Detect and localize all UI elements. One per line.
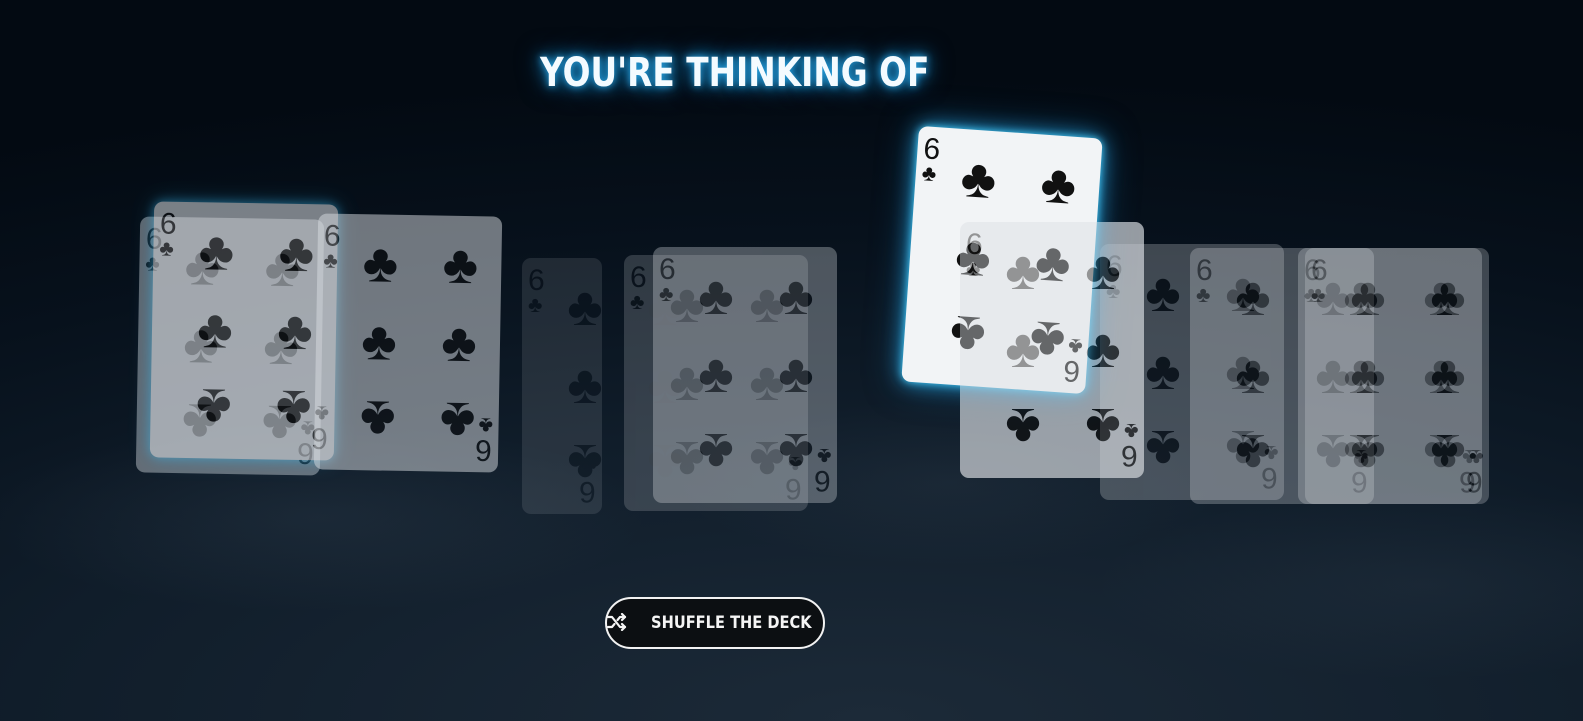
club-pip-icon: ♣ [1350, 267, 1386, 327]
club-pip-icon: ♣ [359, 389, 396, 450]
shuffle-button[interactable]: SHUFFLE THE DECK [605, 597, 825, 649]
club-icon: ♣ [1196, 282, 1211, 307]
playing-card[interactable]: 6♣♣♣♣♣♣♣♣6 [653, 247, 837, 503]
club-pip-icon: ♣ [698, 266, 734, 326]
club-pip-icon: ♣ [195, 377, 232, 438]
playing-card[interactable]: 6♣♣♣♣♣♣♣♣6 [522, 258, 683, 514]
card-rank: 6 [1466, 465, 1483, 498]
club-pip-icon: ♣ [196, 299, 234, 360]
club-pip-icon: ♣ [1005, 397, 1041, 457]
club-pip-icon: ♣ [1235, 423, 1271, 483]
club-pip-icon: ♣ [567, 277, 603, 337]
club-icon: ♣ [159, 235, 175, 261]
club-icon: ♣ [1311, 282, 1326, 307]
club-pip-icon: ♣ [440, 312, 478, 374]
playing-card[interactable]: 6♣♣♣♣♣♣♣♣6 [313, 213, 503, 473]
card-rank: 6 [814, 464, 831, 497]
playing-card[interactable]: 6♣♣♣♣♣♣♣♣6 [1305, 248, 1489, 504]
club-pip-icon: ♣ [778, 266, 814, 326]
club-icon: ♣ [966, 256, 981, 281]
club-icon: ♣ [659, 281, 674, 306]
club-pip-icon: ♣ [198, 221, 235, 282]
club-pip-icon: ♣ [278, 222, 315, 284]
card-rank: 6 [475, 433, 493, 467]
club-icon: ♣ [323, 247, 339, 273]
club-icon: ♣ [528, 292, 543, 317]
club-pip-icon: ♣ [362, 233, 399, 294]
page-title: YOU'RE THINKING OF [540, 50, 930, 96]
shuffle-button-label: SHUFFLE THE DECK [650, 613, 812, 633]
club-pip-icon: ♣ [1145, 341, 1181, 401]
club-pip-icon: ♣ [1235, 267, 1271, 327]
playing-card[interactable]: 6♣♣♣♣♣♣♣♣6 [149, 201, 339, 461]
club-pip-icon: ♣ [1005, 319, 1041, 379]
club-pip-icon: ♣ [778, 344, 814, 404]
club-pip-icon: ♣ [958, 148, 999, 211]
club-pip-icon: ♣ [1430, 345, 1466, 405]
club-pip-icon: ♣ [1038, 153, 1079, 216]
club-pip-icon: ♣ [1145, 263, 1181, 323]
club-pip-icon: ♣ [698, 344, 734, 404]
card-rank: 6 [579, 475, 596, 508]
club-pip-icon: ♣ [1430, 267, 1466, 327]
club-pip-icon: ♣ [1235, 345, 1271, 405]
club-pip-icon: ♣ [1005, 241, 1041, 301]
club-pip-icon: ♣ [698, 422, 734, 482]
club-icon: ♣ [921, 160, 938, 187]
club-pip-icon: ♣ [276, 300, 314, 362]
club-pip-icon: ♣ [360, 311, 398, 372]
club-pip-icon: ♣ [1085, 319, 1121, 379]
card-rank: 6 [1121, 439, 1138, 472]
club-pip-icon: ♣ [1350, 423, 1386, 483]
club-pip-icon: ♣ [1350, 345, 1386, 405]
club-pip-icon: ♣ [567, 355, 603, 415]
club-icon: ♣ [630, 289, 645, 314]
club-pip-icon: ♣ [1145, 419, 1181, 479]
club-pip-icon: ♣ [442, 234, 479, 296]
club-pip-icon: ♣ [1085, 241, 1121, 301]
playing-card[interactable]: 6♣♣♣♣♣♣♣♣6 [960, 222, 1144, 478]
shuffle-icon [606, 612, 628, 634]
